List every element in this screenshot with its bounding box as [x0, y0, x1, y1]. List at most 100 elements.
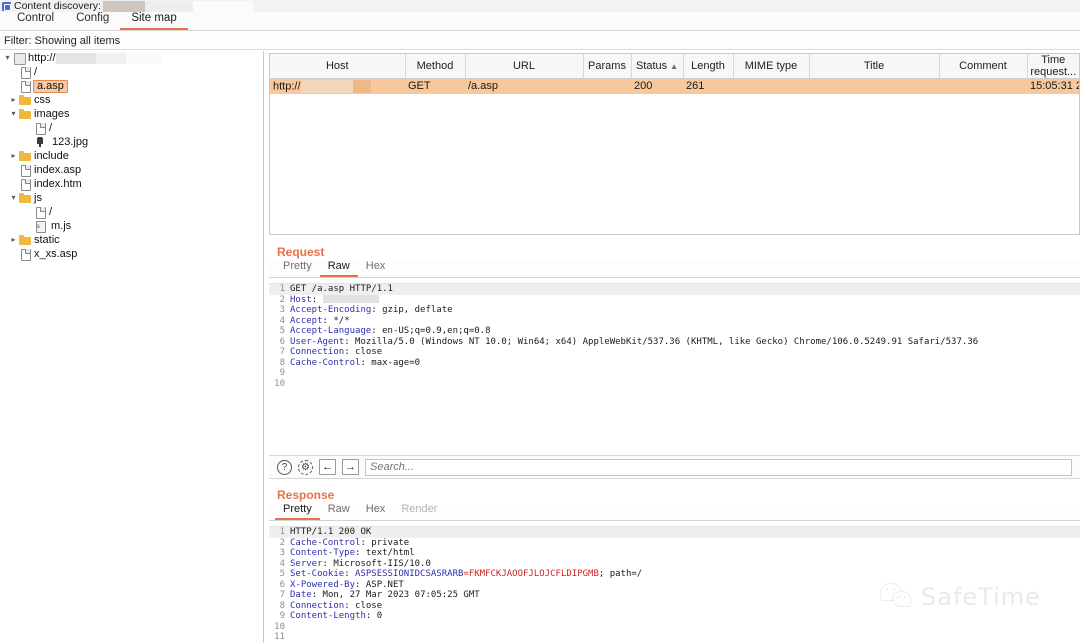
arrow-left-icon[interactable]: ←	[319, 459, 336, 475]
tree-node-root-slash[interactable]: /	[0, 65, 263, 79]
tree-node-label: images	[34, 108, 70, 120]
line-number: 3	[279, 548, 285, 558]
column-header-time-requested[interactable]: Time request...	[1027, 54, 1079, 79]
redacted-host-header	[322, 294, 379, 303]
request-tab-hex[interactable]: Hex	[358, 259, 394, 277]
chevron-down-icon[interactable]: ▾	[8, 107, 19, 121]
response-panel: Response Pretty Raw Hex Render 1 HTTP/1.1…	[269, 484, 1080, 643]
line-number: 1	[279, 284, 285, 294]
column-header-mime-type[interactable]: MIME type	[733, 54, 810, 79]
tree-node-host[interactable]: ▾ http://	[0, 51, 263, 65]
tab-config[interactable]: Config	[65, 10, 120, 30]
response-body-viewer[interactable]: 1 HTTP/1.1 200 OK 2 Cache-Control: private…	[269, 526, 1080, 643]
file-icon	[19, 164, 31, 177]
request-tab-pretty[interactable]: Pretty	[275, 259, 320, 277]
tree-node-static[interactable]: ▸ static	[0, 233, 263, 247]
cookie-attributes: ; path=/	[598, 569, 643, 579]
column-header-params[interactable]: Params	[583, 54, 632, 79]
tree-node-index-htm[interactable]: index.htm	[0, 177, 263, 191]
tree-node-css[interactable]: ▸ css	[0, 93, 263, 107]
tree-node-label: a.asp	[33, 79, 68, 93]
response-tab-pretty[interactable]: Pretty	[275, 502, 320, 520]
code-line: 5 Set-Cookie: ASPSESSIONIDCSASRARB = FKMFCK…	[269, 569, 1080, 580]
column-label: Method	[416, 60, 454, 72]
line-number: 8	[279, 357, 285, 368]
file-icon	[34, 122, 46, 135]
response-tab-hex[interactable]: Hex	[358, 502, 394, 520]
site-map-table: Host Method URL Params Status ▲ Length MI…	[270, 54, 1079, 94]
tree-node-include[interactable]: ▸ include	[0, 149, 263, 163]
header-value: text/html	[365, 548, 415, 558]
code-line: 9	[269, 368, 1080, 379]
header-value: private	[371, 537, 410, 548]
chevron-right-icon[interactable]: ▸	[8, 149, 19, 163]
line-number: 4	[279, 315, 285, 326]
tree-node-js[interactable]: ▾ js	[0, 191, 263, 205]
tab-site-map[interactable]: Site map	[120, 10, 188, 30]
column-header-comment[interactable]: Comment	[939, 54, 1028, 79]
response-tab-raw[interactable]: Raw	[320, 502, 358, 520]
table-row[interactable]: http:// GET /a.asp 200 261 15:05:31 27 3…	[270, 78, 1079, 94]
question-mark-icon[interactable]: ?	[277, 459, 292, 475]
file-icon	[19, 80, 31, 93]
folder-icon	[19, 192, 31, 204]
tree-node-a-asp[interactable]: a.asp	[0, 79, 263, 93]
chevron-right-icon[interactable]: ▸	[8, 93, 19, 107]
tree-node-m-js[interactable]: m.js	[0, 219, 263, 233]
site-map-tree[interactable]: ▾ http:// / a.asp ▸ css ▾ images / 123.j…	[0, 51, 264, 643]
request-panel-title: Request	[277, 245, 325, 259]
folder-icon	[19, 150, 31, 162]
header-key: Set-Cookie	[290, 569, 345, 579]
header-value: Microsoft-IIS/10.0	[333, 558, 431, 569]
gear-icon[interactable]: ⚙	[298, 459, 313, 475]
column-header-status[interactable]: Status ▲	[631, 54, 684, 79]
header-value: 0	[376, 611, 383, 621]
code-line: 8 Connection: close	[269, 601, 1080, 612]
header-key: Connection	[290, 600, 345, 611]
tree-node-images[interactable]: ▾ images	[0, 107, 263, 121]
code-line: 1 HTTP/1.1 200 OK	[269, 527, 1080, 538]
header-value: close	[355, 347, 383, 357]
tree-node-index-asp[interactable]: index.asp	[0, 163, 263, 177]
chevron-right-icon[interactable]: ▸	[8, 233, 19, 247]
cell-method: GET	[405, 78, 465, 94]
search-input[interactable]	[365, 458, 1072, 476]
response-tab-render: Render	[401, 503, 438, 515]
chevron-down-icon[interactable]: ▾	[2, 51, 13, 65]
column-header-url[interactable]: URL	[465, 54, 584, 79]
tree-node-123-jpg[interactable]: 123.jpg	[0, 135, 263, 149]
column-header-method[interactable]: Method	[405, 54, 466, 79]
tab-control[interactable]: Control	[6, 10, 65, 30]
column-header-host[interactable]: Host	[270, 54, 406, 79]
request-panel: Request Pretty Raw Hex 1 GET /a.asp HTTP/…	[269, 241, 1080, 456]
filter-bar[interactable]: Filter: Showing all items	[0, 32, 1080, 50]
line-number: 6	[279, 579, 285, 590]
cell-host-text: http://	[273, 80, 301, 93]
code-line: 9 Content-Length: 0	[269, 611, 1080, 622]
line-number: 11	[274, 632, 285, 642]
code-line: 3 Content-Type: text/html	[269, 548, 1080, 559]
search-toolbar: ? ⚙ ← →	[269, 455, 1080, 479]
filter-bar-label: Filter: Showing all items	[4, 34, 121, 47]
line-number: 4	[279, 558, 285, 569]
site-map-table-container[interactable]: Host Method URL Params Status ▲ Length MI…	[269, 53, 1080, 235]
request-body-viewer[interactable]: 1 GET /a.asp HTTP/1.1 2 Host: 3 Accept-Enco…	[269, 283, 1080, 456]
line-number: 9	[279, 611, 285, 621]
tree-node-images-slash[interactable]: /	[0, 121, 263, 135]
cell-url: /a.asp	[465, 78, 583, 94]
column-header-title[interactable]: Title	[809, 54, 940, 79]
tree-node-x-xs-asp[interactable]: x_xs.asp	[0, 247, 263, 261]
redacted-hostname-3	[125, 52, 162, 64]
arrow-right-icon[interactable]: →	[342, 459, 359, 475]
folder-icon	[19, 108, 31, 120]
column-label: Comment	[959, 60, 1007, 72]
header-key: Cache-Control	[290, 537, 361, 548]
tree-node-js-slash[interactable]: /	[0, 205, 263, 219]
redacted-host-value-2	[352, 79, 371, 93]
column-header-length[interactable]: Length	[683, 54, 734, 79]
header-key: Content-Type	[290, 548, 356, 558]
chevron-down-icon[interactable]: ▾	[8, 191, 19, 205]
cell-comment	[939, 78, 1027, 94]
line-number: 7	[279, 347, 285, 357]
request-tab-raw[interactable]: Raw	[319, 259, 358, 277]
